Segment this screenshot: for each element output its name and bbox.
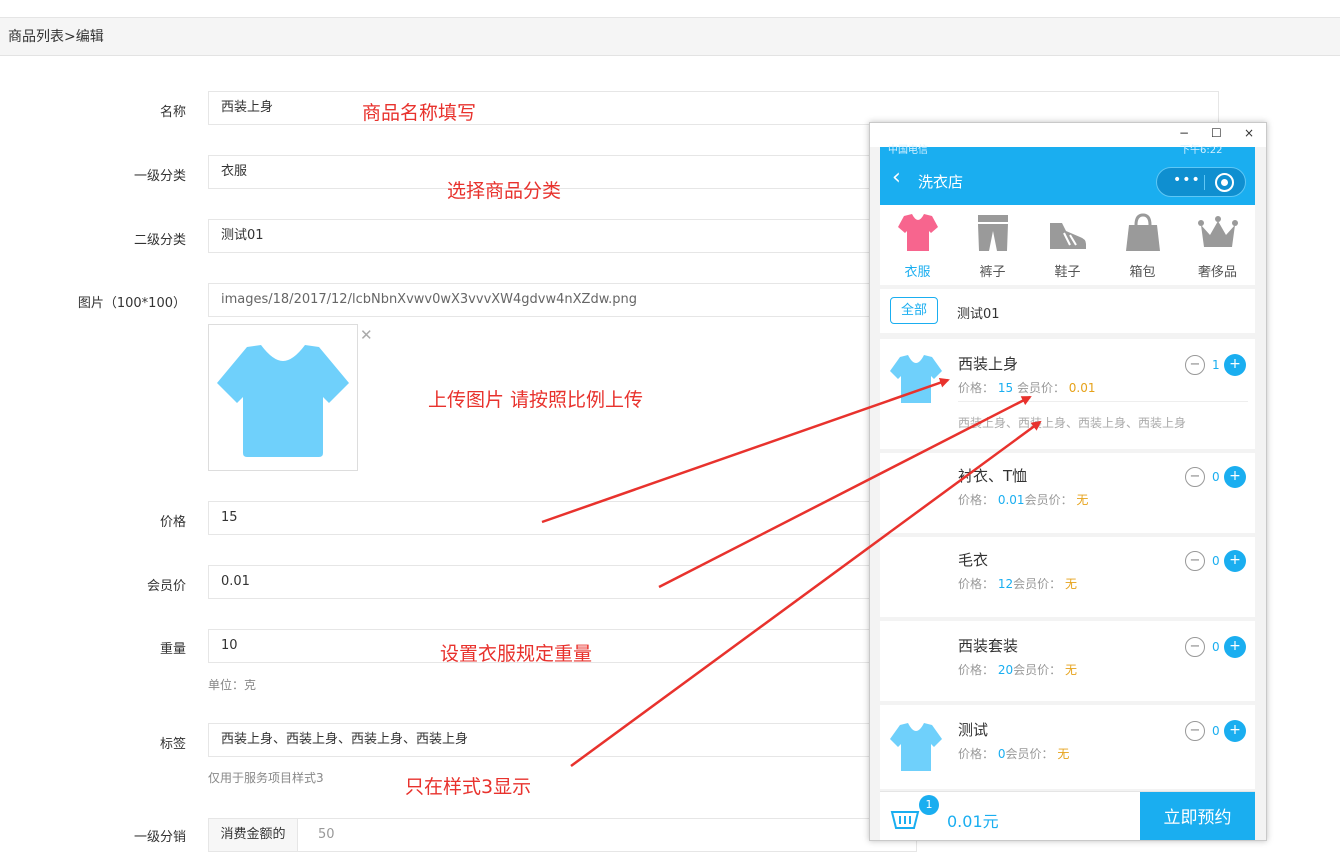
close-icon[interactable]: × (1244, 126, 1254, 140)
distribution-label: 一级分销 (133, 830, 186, 845)
item-quantity: 0 (1212, 640, 1220, 654)
item-name: 毛衣 (958, 551, 989, 569)
subtab-all[interactable]: 全部 (890, 297, 938, 324)
back-icon[interactable]: ‹ (892, 167, 901, 189)
item-price: 价格： 15 会员价： 0.01 (958, 381, 1096, 395)
bag-icon (1126, 213, 1160, 251)
category-tab-bags[interactable]: 箱包 (1105, 205, 1180, 285)
nav-title: 洗衣店 (918, 173, 964, 191)
category-tab-clothes[interactable]: 衣服 (880, 205, 955, 285)
tags-hint: 仅用于服务项目样式3 (208, 771, 324, 785)
breadcrumb[interactable]: 商品列表>编辑 (0, 18, 1340, 56)
increase-button[interactable]: + (1224, 550, 1246, 572)
item-quantity: 0 (1212, 554, 1220, 568)
item-name: 西装上身 (958, 355, 1019, 373)
category-tab-pants[interactable]: 裤子 (955, 205, 1030, 285)
pants-icon (978, 215, 1008, 251)
book-now-button[interactable]: 立即预约 (1140, 792, 1255, 840)
member-price-label: 会员价 (146, 579, 186, 594)
name-input[interactable]: 西装上身 (208, 91, 1219, 125)
status-bar: 中国电信 下午6:22 (880, 145, 1255, 157)
annotation-tags: 只在样式3显示 (405, 776, 532, 798)
category-label: 箱包 (1129, 265, 1156, 280)
decrease-button[interactable]: − (1185, 355, 1205, 375)
shirt-icon (898, 214, 938, 251)
carrier-text: 中国电信 (888, 145, 928, 156)
increase-button[interactable]: + (1224, 466, 1246, 488)
nav-bar: ‹ 洗衣店 ••• (880, 157, 1255, 205)
item-name: 测试 (958, 721, 989, 739)
decrease-button[interactable]: − (1185, 551, 1205, 571)
list-item[interactable]: 测试 价格： 0会员价： 无 − 0 + (880, 705, 1255, 789)
subtab-test01[interactable]: 测试01 (957, 303, 1000, 322)
item-quantity: 1 (1212, 358, 1220, 372)
price-label: 价格 (159, 515, 186, 530)
shoe-icon (1050, 223, 1086, 249)
basket-icon[interactable] (890, 804, 920, 830)
increase-button[interactable]: + (1224, 720, 1246, 742)
weight-hint: 单位：克 (208, 678, 257, 692)
annotation-name: 商品名称填写 (362, 102, 477, 124)
category-tab-luxury[interactable]: 奢侈品 (1180, 205, 1255, 285)
top-strip (0, 0, 1340, 18)
capsule-menu[interactable]: ••• (1156, 167, 1246, 197)
decrease-button[interactable]: − (1185, 467, 1205, 487)
item-name: 西装套装 (958, 637, 1019, 655)
cart-count-badge: 1 (919, 795, 939, 815)
clock-text: 下午6:22 (1180, 145, 1223, 156)
name-label: 名称 (159, 105, 186, 120)
item-price: 价格： 0会员价： 无 (958, 747, 1070, 761)
category-label: 鞋子 (1054, 265, 1081, 280)
list-item[interactable]: 西装上身 价格： 15 会员价： 0.01 西装上身、西装上身、西装上身、西装上… (880, 339, 1255, 449)
category-label: 奢侈品 (1197, 265, 1237, 280)
image-preview[interactable] (208, 324, 358, 471)
category-label: 裤子 (979, 265, 1006, 280)
tags-label: 标签 (159, 737, 186, 752)
list-item[interactable]: 西装套装 价格： 20会员价： 无 − 0 + (880, 621, 1255, 701)
item-price: 价格： 20会员价： 无 (958, 663, 1077, 677)
image-label: 图片（100*100） (77, 296, 186, 311)
item-quantity: 0 (1212, 470, 1220, 484)
phone-preview-window: − ☐ × 中国电信 下午6:22 ‹ 洗衣店 ••• 衣服 裤子 鞋子 箱包 … (869, 122, 1267, 841)
annotation-image: 上传图片 请按照比例上传 (428, 389, 644, 411)
category-bar: 衣服 裤子 鞋子 箱包 奢侈品 (880, 205, 1255, 285)
decrease-button[interactable]: − (1185, 721, 1205, 741)
subcategory-bar: 全部 测试01 (880, 289, 1255, 333)
minimize-icon[interactable]: − (1179, 126, 1189, 140)
item-name: 衬衣、T恤 (958, 467, 1028, 485)
item-tags: 西装上身、西装上身、西装上身、西装上身 (958, 401, 1248, 431)
annotation-weight: 设置衣服规定重量 (440, 643, 593, 665)
remove-image-icon[interactable]: ✕ (360, 326, 373, 344)
category-label: 衣服 (904, 265, 931, 280)
category1-label: 一级分类 (133, 169, 186, 184)
more-icon[interactable]: ••• (1173, 172, 1201, 188)
annotation-category: 选择商品分类 (447, 180, 562, 202)
list-item[interactable]: 衬衣、T恤 价格： 0.01会员价： 无 − 0 + (880, 453, 1255, 533)
item-price: 价格： 12会员价： 无 (958, 577, 1077, 591)
category2-label: 二级分类 (133, 233, 186, 248)
maximize-icon[interactable]: ☐ (1211, 126, 1222, 140)
capsule-divider (1204, 175, 1205, 190)
tshirt-thumb-icon (890, 355, 942, 403)
decrease-button[interactable]: − (1185, 637, 1205, 657)
bottom-bar: 1 0.01元 立即预约 (880, 791, 1255, 840)
crown-icon (1198, 216, 1238, 247)
item-price: 价格： 0.01会员价： 无 (958, 493, 1089, 507)
item-quantity: 0 (1212, 724, 1220, 738)
increase-button[interactable]: + (1224, 636, 1246, 658)
increase-button[interactable]: + (1224, 354, 1246, 376)
distribution-prefix: 消费金额的 (208, 818, 298, 852)
tshirt-thumb-icon (890, 723, 942, 771)
tshirt-image-icon (217, 345, 349, 457)
category-tab-shoes[interactable]: 鞋子 (1030, 205, 1105, 285)
weight-label: 重量 (159, 642, 186, 657)
distribution-input[interactable]: 50 (297, 818, 917, 852)
target-icon[interactable] (1215, 173, 1234, 192)
total-price: 0.01元 (947, 812, 999, 831)
list-item[interactable]: 毛衣 价格： 12会员价： 无 − 0 + (880, 537, 1255, 617)
